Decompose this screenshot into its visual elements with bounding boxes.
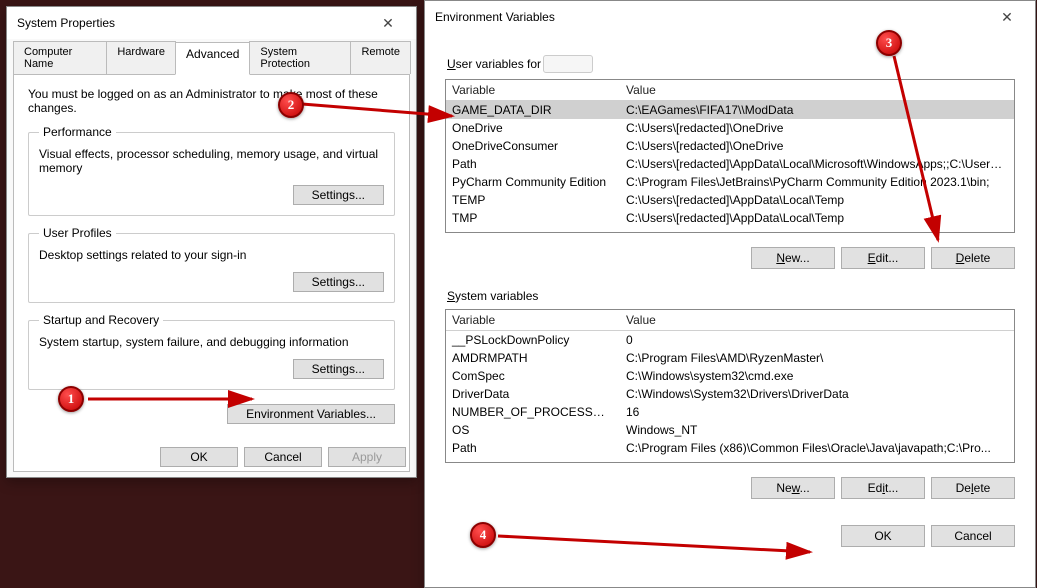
column-header-value[interactable]: Value bbox=[620, 310, 1014, 331]
tab-hardware[interactable]: Hardware bbox=[106, 41, 176, 74]
table-row[interactable]: GAME_DATA_DIRC:\EAGames\FIFA17\\ModData bbox=[446, 101, 1014, 119]
cell-variable: TEMP bbox=[446, 191, 620, 209]
cell-value: C:\Windows\system32\cmd.exe bbox=[620, 367, 1014, 385]
column-header-value[interactable]: Value bbox=[620, 80, 1014, 101]
table-row[interactable]: OneDriveC:\Users\[redacted]\OneDrive bbox=[446, 119, 1014, 137]
table-row[interactable]: DriverDataC:\Windows\System32\Drivers\Dr… bbox=[446, 385, 1014, 403]
environment-variables-dialog: Environment Variables ✕ User variables f… bbox=[424, 0, 1036, 588]
startup-recovery-text: System startup, system failure, and debu… bbox=[39, 335, 384, 349]
redacted-username bbox=[543, 55, 593, 73]
tab-advanced[interactable]: Advanced bbox=[175, 42, 250, 75]
table-row[interactable]: TMPC:\Users\[redacted]\AppData\Local\Tem… bbox=[446, 209, 1014, 227]
cell-value: C:\Program Files (x86)\Common Files\Orac… bbox=[620, 439, 1014, 457]
cancel-button[interactable]: Cancel bbox=[931, 525, 1015, 547]
table-row[interactable]: __PSLockDownPolicy0 bbox=[446, 331, 1014, 349]
user-edit-button[interactable]: Edit... bbox=[841, 247, 925, 269]
system-new-button[interactable]: New... bbox=[751, 477, 835, 499]
startup-recovery-legend: Startup and Recovery bbox=[39, 313, 163, 327]
cell-value: C:\Program Files\JetBrains\PyCharm Commu… bbox=[620, 173, 1014, 191]
cell-variable: NUMBER_OF_PROCESSORS bbox=[446, 403, 620, 421]
cell-value: 0 bbox=[620, 331, 1014, 349]
window-title: System Properties bbox=[17, 16, 115, 30]
cell-value: C:\Users\[redacted]\OneDrive bbox=[620, 119, 1014, 137]
table-row[interactable]: PyCharm Community EditionC:\Program File… bbox=[446, 173, 1014, 191]
system-edit-button[interactable]: Edit... bbox=[841, 477, 925, 499]
user-delete-button[interactable]: Delete bbox=[931, 247, 1015, 269]
titlebar: System Properties ✕ bbox=[7, 7, 416, 39]
system-delete-button[interactable]: Delete bbox=[931, 477, 1015, 499]
close-icon[interactable]: ✕ bbox=[368, 13, 408, 33]
cell-value: C:\Users\[redacted]\AppData\Local\Temp bbox=[620, 191, 1014, 209]
tab-strip: Computer Name Hardware Advanced System P… bbox=[7, 41, 416, 74]
startup-recovery-group: Startup and Recovery System startup, sys… bbox=[28, 313, 395, 390]
table-row[interactable]: OSWindows_NT bbox=[446, 421, 1014, 439]
cell-variable: Path bbox=[446, 439, 620, 457]
cell-variable: GAME_DATA_DIR bbox=[446, 101, 620, 119]
table-row[interactable]: NUMBER_OF_PROCESSORS16 bbox=[446, 403, 1014, 421]
cell-variable: Path bbox=[446, 155, 620, 173]
system-properties-dialog: System Properties ✕ Computer Name Hardwa… bbox=[6, 6, 417, 478]
tab-body-advanced: You must be logged on as an Administrato… bbox=[13, 74, 410, 472]
cell-variable: __PSLockDownPolicy bbox=[446, 331, 620, 349]
cell-value: C:\EAGames\FIFA17\\ModData bbox=[620, 101, 1014, 119]
user-profiles-text: Desktop settings related to your sign-in bbox=[39, 248, 384, 262]
cancel-button[interactable]: Cancel bbox=[244, 447, 322, 467]
user-vars-list[interactable]: VariableValueGAME_DATA_DIRC:\EAGames\FIF… bbox=[445, 79, 1015, 233]
tab-remote[interactable]: Remote bbox=[350, 41, 411, 74]
cell-variable: PyCharm Community Edition bbox=[446, 173, 620, 191]
cell-value: C:\Windows\System32\Drivers\DriverData bbox=[620, 385, 1014, 403]
column-header-variable[interactable]: Variable bbox=[446, 310, 620, 331]
table-row[interactable]: OneDriveConsumerC:\Users\[redacted]\OneD… bbox=[446, 137, 1014, 155]
user-profiles-group: User Profiles Desktop settings related t… bbox=[28, 226, 395, 303]
window-title: Environment Variables bbox=[435, 10, 555, 24]
table-row[interactable]: PathC:\Program Files (x86)\Common Files\… bbox=[446, 439, 1014, 457]
apply-button: Apply bbox=[328, 447, 406, 467]
close-icon[interactable]: ✕ bbox=[987, 7, 1027, 27]
system-vars-label: System variables bbox=[447, 289, 1015, 303]
cell-value: C:\Users\[redacted]\AppData\Local\Temp bbox=[620, 209, 1014, 227]
cell-value: C:\Users\[redacted]\AppData\Local\Micros… bbox=[620, 155, 1014, 173]
performance-settings-button[interactable]: Settings... bbox=[293, 185, 384, 205]
user-new-button[interactable]: New... bbox=[751, 247, 835, 269]
performance-group: Performance Visual effects, processor sc… bbox=[28, 125, 395, 216]
cell-variable: OS bbox=[446, 421, 620, 439]
cell-value: C:\Program Files\AMD\RyzenMaster\ bbox=[620, 349, 1014, 367]
environment-variables-button[interactable]: Environment Variables... bbox=[227, 404, 395, 424]
table-row[interactable]: ComSpecC:\Windows\system32\cmd.exe bbox=[446, 367, 1014, 385]
table-row[interactable]: TEMPC:\Users\[redacted]\AppData\Local\Te… bbox=[446, 191, 1014, 209]
cell-variable: DriverData bbox=[446, 385, 620, 403]
user-vars-label: User variables for bbox=[447, 55, 1015, 73]
ok-button[interactable]: OK bbox=[160, 447, 238, 467]
startup-recovery-settings-button[interactable]: Settings... bbox=[293, 359, 384, 379]
admin-note: You must be logged on as an Administrato… bbox=[28, 87, 395, 115]
user-profiles-settings-button[interactable]: Settings... bbox=[293, 272, 384, 292]
ok-button[interactable]: OK bbox=[841, 525, 925, 547]
cell-variable: TMP bbox=[446, 209, 620, 227]
cell-variable: OneDrive bbox=[446, 119, 620, 137]
table-row[interactable]: PathC:\Users\[redacted]\AppData\Local\Mi… bbox=[446, 155, 1014, 173]
cell-value: Windows_NT bbox=[620, 421, 1014, 439]
cell-variable: AMDRMPATH bbox=[446, 349, 620, 367]
performance-legend: Performance bbox=[39, 125, 116, 139]
cell-value: C:\Users\[redacted]\OneDrive bbox=[620, 137, 1014, 155]
titlebar: Environment Variables ✕ bbox=[425, 1, 1035, 33]
cell-variable: OneDriveConsumer bbox=[446, 137, 620, 155]
tab-computer-name[interactable]: Computer Name bbox=[13, 41, 107, 74]
system-vars-list[interactable]: VariableValue__PSLockDownPolicy0AMDRMPAT… bbox=[445, 309, 1015, 463]
column-header-variable[interactable]: Variable bbox=[446, 80, 620, 101]
user-profiles-legend: User Profiles bbox=[39, 226, 116, 240]
cell-value: 16 bbox=[620, 403, 1014, 421]
cell-variable: ComSpec bbox=[446, 367, 620, 385]
tab-system-protection[interactable]: System Protection bbox=[249, 41, 351, 74]
table-row[interactable]: AMDRMPATHC:\Program Files\AMD\RyzenMaste… bbox=[446, 349, 1014, 367]
performance-text: Visual effects, processor scheduling, me… bbox=[39, 147, 384, 175]
